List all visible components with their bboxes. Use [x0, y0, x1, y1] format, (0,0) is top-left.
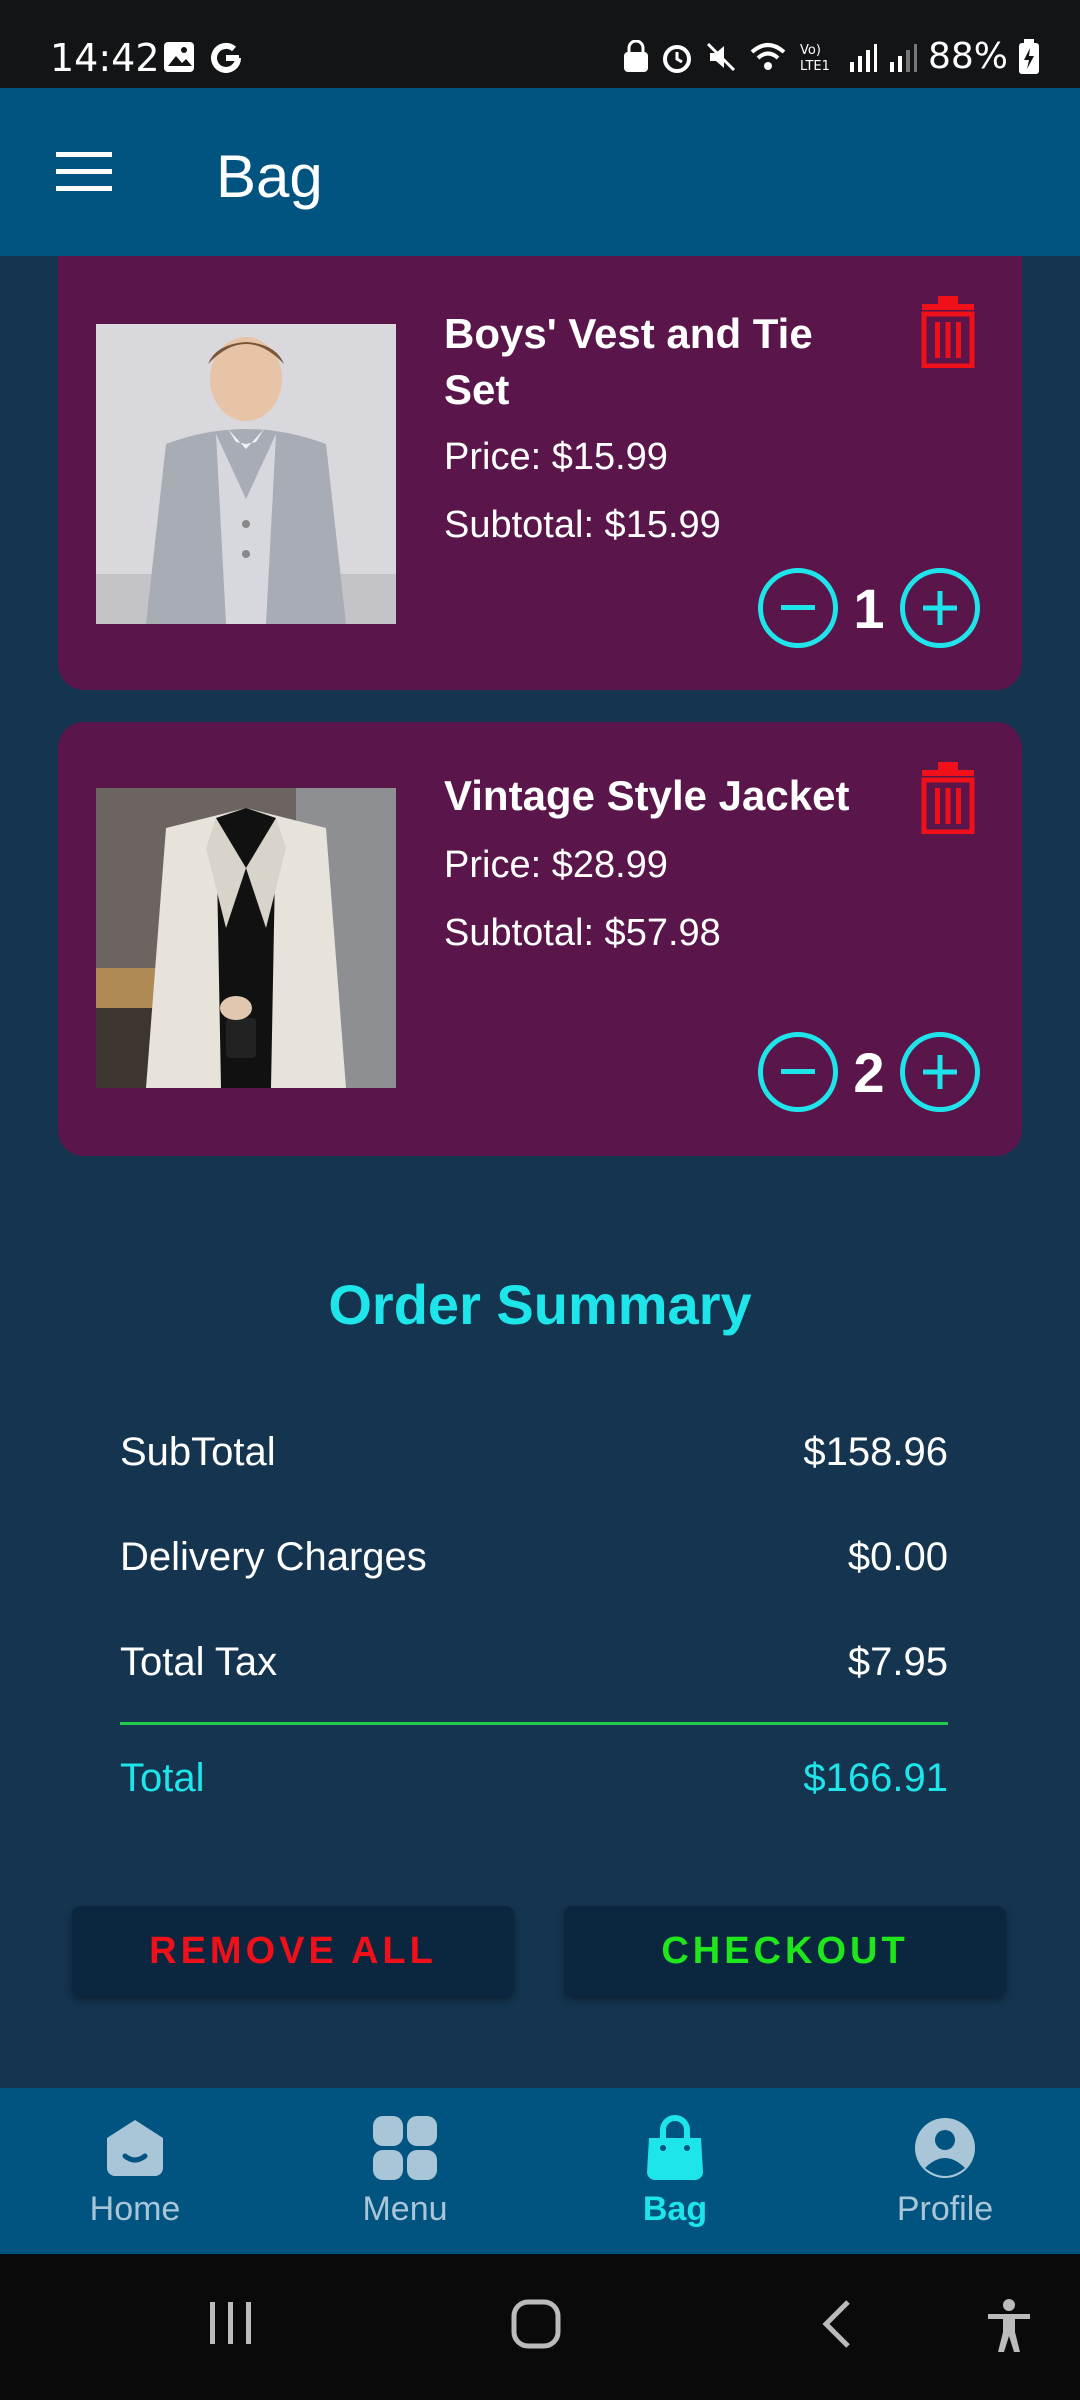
decrease-quantity-button[interactable]: [758, 568, 838, 648]
summary-label: Total Tax: [120, 1640, 278, 1684]
total-value: $166.91: [803, 1756, 948, 1800]
home-button-icon[interactable]: [510, 2298, 562, 2350]
summary-label: Delivery Charges: [120, 1535, 427, 1579]
product-price: Price: $28.99: [444, 844, 668, 886]
product-image[interactable]: [96, 788, 396, 1088]
summary-value: $7.95: [847, 1640, 948, 1684]
wifi-icon: [750, 42, 786, 70]
alarm-icon: [662, 44, 691, 73]
summary-divider: [120, 1722, 948, 1725]
product-subtotal: Subtotal: $57.98: [444, 912, 721, 954]
summary-row-tax: Total Tax $7.95: [120, 1640, 948, 1685]
minus-icon: [781, 1069, 815, 1074]
cart-item-card: Vintage Style Jacket Price: $28.99 Subto…: [58, 722, 1022, 1156]
accessibility-icon[interactable]: [984, 2298, 1034, 2354]
product-name: Boys' Vest and Tie Set: [444, 310, 813, 413]
summary-value: $0.00: [847, 1535, 948, 1579]
quantity-value: 2: [853, 1040, 885, 1104]
recent-apps-icon[interactable]: [206, 2298, 256, 2348]
svg-text:Vo): Vo): [800, 43, 821, 58]
nav-label: Home: [89, 2190, 181, 2228]
nav-item-menu[interactable]: Menu: [270, 2088, 540, 2254]
cart-item-card: Boys' Vest and Tie Set Price: $15.99 Sub…: [58, 256, 1022, 690]
decrease-quantity-button[interactable]: [758, 1032, 838, 1112]
menu-grid-icon: [373, 2116, 437, 2180]
nav-item-profile[interactable]: Profile: [810, 2088, 1080, 2254]
lock-icon: [623, 39, 648, 72]
plus-icon: [923, 591, 957, 625]
product-name: Vintage Style Jacket: [444, 772, 850, 819]
home-icon: [107, 2120, 163, 2176]
trash-icon[interactable]: [918, 296, 978, 368]
quantity-stepper: 2: [758, 1032, 980, 1112]
nav-label: Bag: [642, 2190, 708, 2228]
svg-text:LTE1: LTE1: [800, 59, 830, 74]
signal-icon: [849, 43, 877, 72]
battery-charging-icon: [1019, 38, 1039, 74]
app-bar: Bag: [0, 88, 1080, 256]
order-summary-title: Order Summary: [328, 1273, 752, 1336]
nav-label: Menu: [362, 2190, 448, 2228]
summary-value: $158.96: [803, 1430, 948, 1474]
status-time: 14:42: [50, 36, 160, 80]
profile-icon: [915, 2118, 975, 2178]
mute-icon: [706, 42, 736, 71]
status-bar: 14:42 Vo) LTE1 88%: [0, 0, 1080, 88]
nav-item-bag[interactable]: Bag: [540, 2088, 810, 2254]
nav-item-home[interactable]: Home: [0, 2088, 270, 2254]
gallery-icon: [164, 42, 194, 72]
hamburger-menu-icon[interactable]: [56, 150, 112, 194]
remove-all-button[interactable]: REMOVE ALL: [72, 1906, 514, 1996]
summary-row-delivery: Delivery Charges $0.00: [120, 1535, 948, 1580]
product-image[interactable]: [96, 324, 396, 624]
page-title: Bag: [216, 143, 323, 210]
minus-icon: [781, 605, 815, 610]
bag-icon: [647, 2115, 703, 2180]
product-price: Price: $15.99: [444, 436, 668, 478]
signal-icon-2: [889, 43, 917, 72]
quantity-stepper: 1: [758, 568, 980, 648]
trash-icon[interactable]: [918, 762, 978, 834]
summary-row-total: Total $166.91: [120, 1756, 948, 1801]
increase-quantity-button[interactable]: [900, 1032, 980, 1112]
system-navigation-bar: [0, 2254, 1080, 2400]
volte-icon: Vo)LTE1: [800, 43, 830, 74]
battery-percent: 88%: [927, 36, 1008, 77]
quantity-value: 1: [853, 576, 885, 640]
product-subtotal: Subtotal: $15.99: [444, 504, 721, 546]
total-label: Total: [120, 1756, 205, 1800]
summary-row-subtotal: SubTotal $158.96: [120, 1430, 948, 1475]
increase-quantity-button[interactable]: [900, 568, 980, 648]
bottom-navigation: Home Menu Bag Profile: [0, 2088, 1080, 2254]
checkout-button[interactable]: CHECKOUT: [564, 1906, 1006, 1996]
nav-label: Profile: [896, 2190, 994, 2228]
back-icon[interactable]: [818, 2298, 858, 2350]
summary-label: SubTotal: [120, 1430, 276, 1474]
google-icon: [211, 42, 241, 73]
plus-icon: [923, 1055, 957, 1089]
